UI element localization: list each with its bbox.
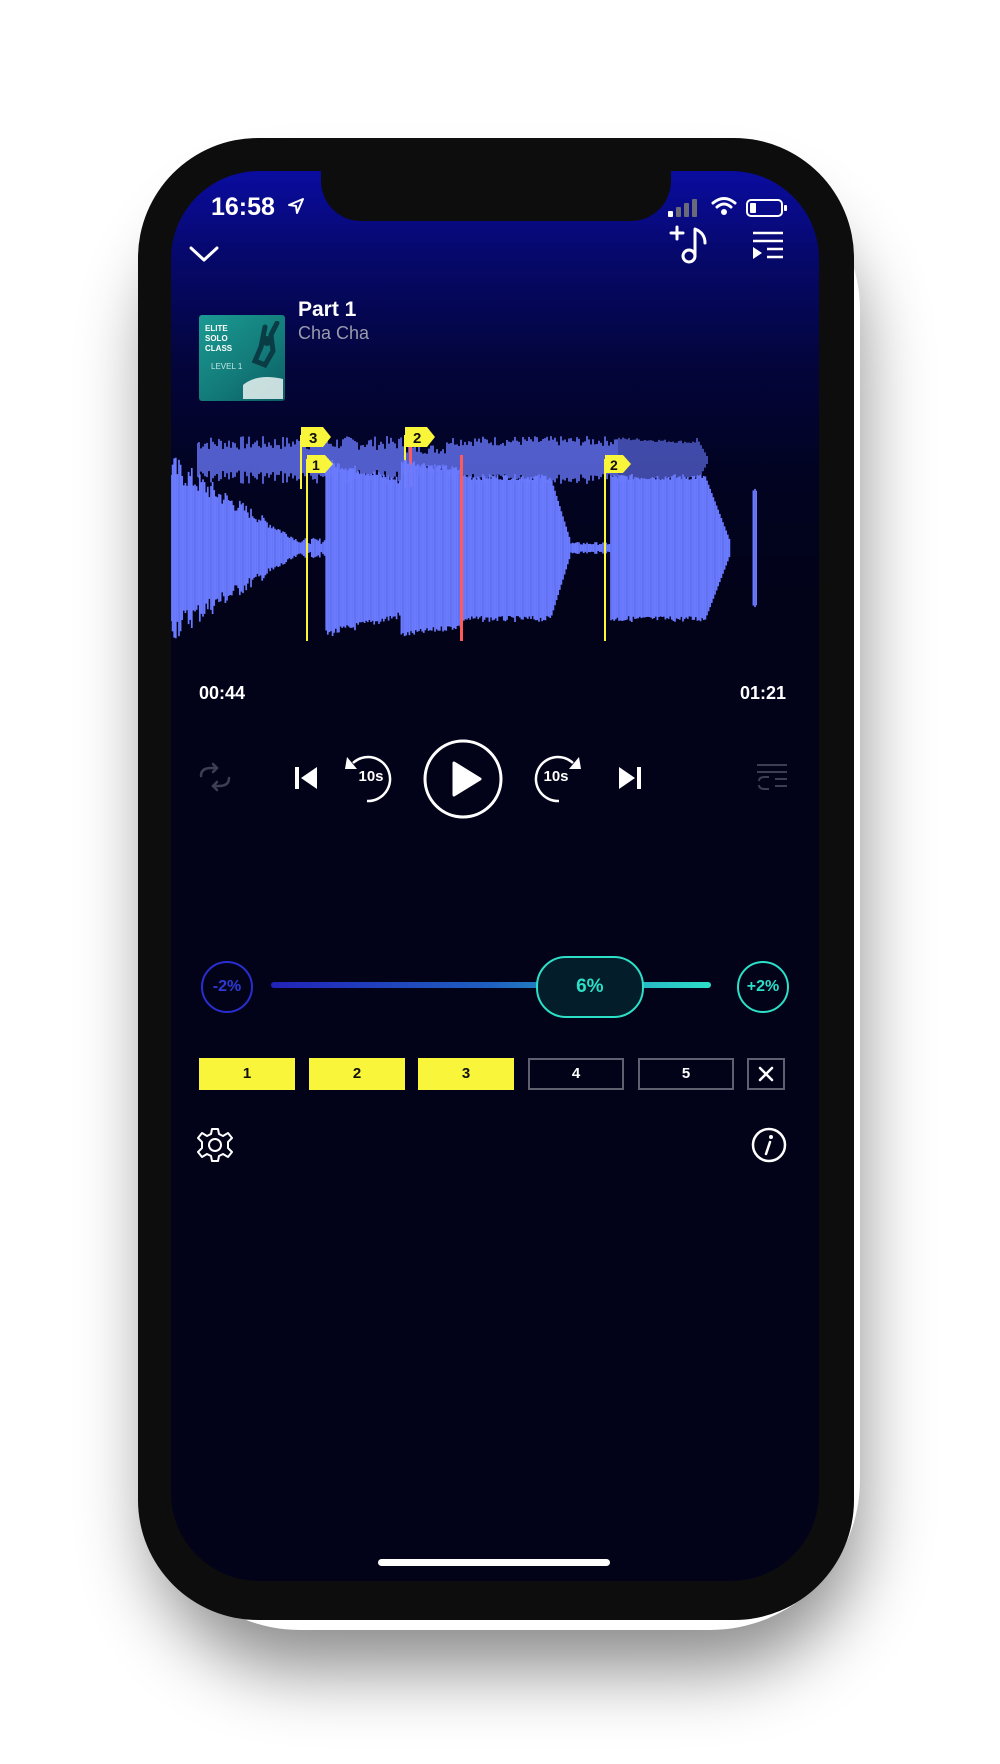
location-arrow-icon (288, 198, 304, 214)
gear-icon[interactable] (197, 1127, 233, 1163)
loop-list-icon[interactable] (755, 761, 789, 793)
cover-level: LEVEL 1 (211, 362, 243, 371)
notch (321, 171, 671, 221)
tempo-decrease-button[interactable]: -2% (201, 961, 253, 1013)
clear-loops-button[interactable] (747, 1058, 785, 1090)
loop-slot-3[interactable]: 3 (418, 1058, 514, 1090)
tempo-slider-handle[interactable]: 6% (535, 956, 644, 1018)
cover-line: SOLO (205, 334, 228, 343)
cover-line: ELITE (205, 324, 228, 333)
tempo-slider-track[interactable] (271, 982, 711, 988)
add-music-icon[interactable] (667, 221, 713, 267)
loop-slot-4[interactable]: 4 (528, 1058, 624, 1090)
loop-slot-1[interactable]: 1 (199, 1058, 295, 1090)
detail-playhead (460, 455, 463, 641)
album-cover: ELITE SOLO CLASS LEVEL 1 (199, 315, 285, 401)
cover-dancer-figure (243, 321, 283, 399)
elapsed-time: 00:44 (199, 683, 246, 703)
overview-marker-label: 3 (309, 430, 317, 447)
playlist-icon[interactable] (749, 227, 789, 267)
detail-marker-label: 1 (312, 457, 320, 473)
tempo-increase-button[interactable]: +2% (737, 961, 789, 1013)
home-indicator (378, 1559, 610, 1566)
info-icon[interactable] (751, 1127, 787, 1163)
wifi-icon (711, 197, 737, 215)
rewind-10s-label: 10s (358, 768, 384, 785)
cover-line: CLASS (205, 344, 233, 353)
next-track-icon[interactable] (615, 765, 643, 791)
chevron-down-icon[interactable] (177, 231, 231, 275)
status-time: 16:58 (211, 193, 275, 221)
track-title: Part 1 (298, 298, 357, 321)
play-icon (423, 739, 503, 819)
track-artist: Cha Cha (298, 323, 370, 343)
battery-icon (746, 199, 787, 217)
previous-track-icon[interactable] (293, 765, 321, 791)
detail-waveform[interactable]: 12 (171, 453, 757, 643)
overview-marker-label: 2 (413, 430, 421, 447)
detail-marker-label: 2 (610, 457, 618, 473)
close-icon (758, 1066, 774, 1082)
repeat-icon[interactable] (195, 762, 235, 792)
loop-slot-2[interactable]: 2 (309, 1058, 405, 1090)
forward-10s-label: 10s (543, 768, 569, 785)
loop-slot-5[interactable]: 5 (638, 1058, 734, 1090)
cellular-signal-icon (668, 199, 697, 217)
total-duration: 01:21 (739, 683, 786, 703)
play-button[interactable] (423, 739, 503, 819)
detail-marker-flag (605, 455, 631, 473)
player-screen: 16:58 ELITE SOLO CLASS LEVEL 1 Part 1 Ch… (171, 171, 819, 1581)
